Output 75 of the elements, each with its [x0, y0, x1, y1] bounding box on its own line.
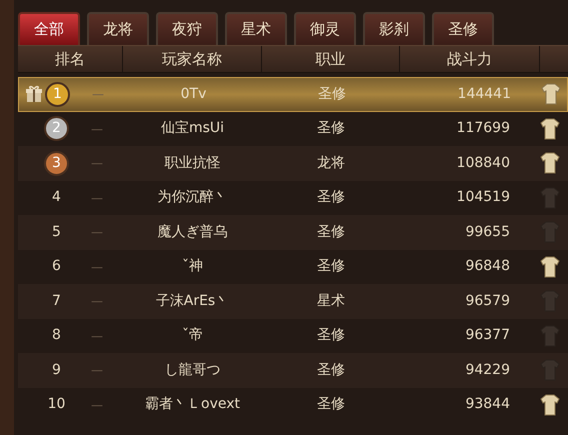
rank-number: 10	[46, 395, 66, 414]
gift-icon[interactable]	[25, 85, 43, 104]
rank-number: 8	[51, 326, 62, 346]
class-name: 圣修	[318, 86, 346, 102]
power-value: 108840	[456, 154, 510, 171]
table-row[interactable]: 9 — し龍哥つ 圣修 94229	[18, 353, 568, 388]
column-header: 玩家名称	[162, 48, 222, 70]
tab[interactable]: 龙将	[87, 12, 149, 45]
trend-mark: —	[91, 190, 103, 207]
player-name: ˇ神	[182, 258, 203, 274]
column-header: 战斗力	[447, 48, 492, 70]
rank-number: 4	[51, 188, 62, 208]
class-name: 圣修	[317, 258, 345, 274]
class-name: 圣修	[317, 396, 345, 412]
tab[interactable]: 影刹	[363, 12, 425, 45]
trend-mark: —	[91, 258, 103, 276]
trend-mark: —	[91, 155, 103, 172]
table-row[interactable]: 7 — 子沫ArEs丶 星术 96579	[18, 284, 568, 318]
tab[interactable]: 全部	[18, 12, 80, 45]
shirt-icon[interactable]	[540, 256, 560, 278]
power-value: 96579	[465, 292, 510, 309]
class-name: 圣修	[317, 362, 345, 378]
table-row[interactable]: 4 — 为你沉醉丶 圣修 104519	[18, 180, 568, 215]
table-row[interactable]: 2 — 仙宝msUi 圣修 117699	[18, 112, 568, 146]
trend-mark: —	[92, 86, 104, 104]
rank-number: 6	[51, 257, 62, 276]
class-name: 圣修	[317, 120, 345, 136]
trend-mark: —	[91, 328, 103, 345]
rank-number: 7	[51, 292, 62, 311]
class-name: 龙将	[317, 154, 345, 171]
trend-mark: —	[91, 362, 103, 380]
tab[interactable]: 夜狩	[156, 12, 218, 45]
trend-mark: —	[91, 293, 103, 310]
player-name: ˇ帝	[182, 327, 203, 344]
tab[interactable]: 御灵	[294, 12, 356, 45]
player-name: 职业抗怪	[164, 154, 220, 171]
player-name: し龍哥つ	[164, 362, 220, 378]
trend-mark: —	[91, 396, 103, 414]
tab[interactable]: 圣修	[432, 12, 494, 45]
table-row[interactable]: 8 — ˇ帝 圣修 96377	[18, 318, 568, 353]
power-value: 96848	[465, 258, 510, 274]
rank-number: 5	[51, 222, 62, 242]
class-name: 圣修	[317, 189, 345, 206]
column-header: 职业	[316, 48, 346, 70]
power-value: 96377	[465, 327, 510, 344]
column-header: 排名	[55, 48, 85, 70]
player-name: 为你沉醉丶	[158, 189, 228, 206]
medal-badge: 2	[44, 116, 69, 142]
trend-mark: —	[91, 120, 103, 138]
medal-badge: 1	[45, 82, 70, 107]
medal-badge: 3	[44, 150, 69, 176]
shirt-icon[interactable]	[540, 394, 560, 416]
class-name: 星术	[317, 292, 345, 309]
player-name: 0Tv	[180, 86, 206, 102]
power-value: 94229	[465, 362, 510, 378]
table-row[interactable]: 6 — ˇ神 圣修 96848	[18, 250, 568, 284]
power-value: 117699	[456, 120, 510, 136]
table-row[interactable]: 10 — 霸者丶Ｌovext 圣修 93844	[18, 388, 568, 422]
table-row[interactable]: 3 — 职业抗怪 龙将 108840	[18, 146, 568, 180]
rank-number: 9	[51, 360, 62, 380]
player-name: 仙宝msUi	[160, 120, 224, 136]
shirt-icon[interactable]	[540, 152, 560, 174]
trend-mark: —	[91, 224, 103, 242]
power-value: 144441	[458, 86, 511, 102]
power-value: 99655	[465, 224, 510, 240]
class-name: 圣修	[317, 224, 345, 240]
table-row[interactable]: 5 — 魔人ぎ普乌 圣修 99655	[18, 215, 568, 250]
shirt-icon[interactable]	[540, 118, 560, 140]
tab[interactable]: 星术	[225, 12, 287, 45]
player-name: 魔人ぎ普乌	[158, 224, 228, 240]
player-name: 霸者丶Ｌovext	[145, 396, 240, 412]
player-name: 子沫ArEs丶	[156, 292, 230, 309]
power-value: 104519	[456, 189, 510, 206]
class-name: 圣修	[317, 327, 345, 344]
power-value: 93844	[465, 396, 510, 412]
